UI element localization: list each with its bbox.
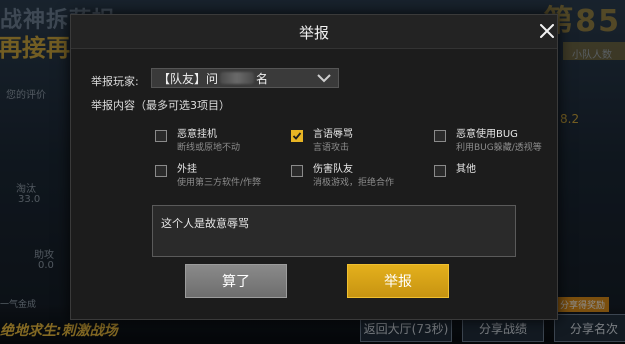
option-bug-abuse-checkbox[interactable] bbox=[434, 130, 446, 142]
option-title: 恶意挂机 bbox=[177, 129, 217, 140]
option-verbal-abuse-checkbox[interactable] bbox=[291, 130, 303, 142]
close-icon bbox=[540, 24, 554, 38]
option-other-checkbox[interactable] bbox=[434, 165, 446, 177]
option-desc: 言语攻击 bbox=[313, 143, 350, 153]
option-teamkill-checkbox[interactable] bbox=[291, 165, 303, 177]
report-description-input[interactable]: 这个人是故意辱骂 bbox=[152, 205, 516, 257]
player-name-redacted bbox=[220, 72, 255, 84]
option-other[interactable]: 其他 bbox=[434, 163, 476, 177]
report-player-label: 举报玩家: bbox=[91, 75, 139, 88]
dialog-header: 举报 bbox=[71, 15, 557, 49]
option-desc: 断线或原地不动 bbox=[177, 143, 241, 153]
checkmark-icon bbox=[292, 132, 302, 140]
option-title: 伤害队友 bbox=[313, 164, 353, 175]
option-title: 恶意使用BUG bbox=[456, 129, 518, 140]
option-afk-checkbox[interactable] bbox=[155, 130, 167, 142]
dialog-title: 举报 bbox=[298, 24, 329, 42]
option-title: 外挂 bbox=[177, 164, 197, 175]
close-button[interactable] bbox=[535, 19, 559, 43]
option-desc: 使用第三方软件/作弊 bbox=[177, 178, 262, 188]
player-value-suffix: 名 bbox=[256, 71, 269, 86]
chevron-down-icon bbox=[317, 74, 331, 83]
option-afk[interactable]: 恶意挂机 断线或原地不动 bbox=[155, 128, 240, 154]
submit-report-button[interactable]: 举报 bbox=[347, 264, 449, 298]
option-title: 言语辱骂 bbox=[313, 129, 353, 140]
option-verbal-abuse[interactable]: 言语辱骂 言语攻击 bbox=[291, 128, 353, 154]
option-teamkill[interactable]: 伤害队友 消极游戏，拒绝合作 bbox=[291, 163, 394, 189]
option-cheat[interactable]: 外挂 使用第三方软件/作弊 bbox=[155, 163, 261, 189]
option-bug-abuse[interactable]: 恶意使用BUG 利用BUG躲藏/透视等 bbox=[434, 128, 542, 154]
option-desc: 利用BUG躲藏/透视等 bbox=[456, 143, 542, 153]
option-desc: 消极游戏，拒绝合作 bbox=[313, 178, 395, 188]
player-value-prefix: 【队友】问 bbox=[158, 71, 219, 86]
cancel-button[interactable]: 算了 bbox=[185, 264, 287, 298]
option-title: 其他 bbox=[456, 164, 476, 175]
option-cheat-checkbox[interactable] bbox=[155, 165, 167, 177]
report-content-label: 举报内容（最多可选3项目） bbox=[91, 99, 230, 112]
report-player-dropdown[interactable]: 【队友】问 名 bbox=[151, 68, 339, 88]
report-dialog: 举报 举报玩家: 【队友】问 名 举报内容（最多可选3项目） 恶意挂机 断线或原… bbox=[70, 14, 558, 320]
